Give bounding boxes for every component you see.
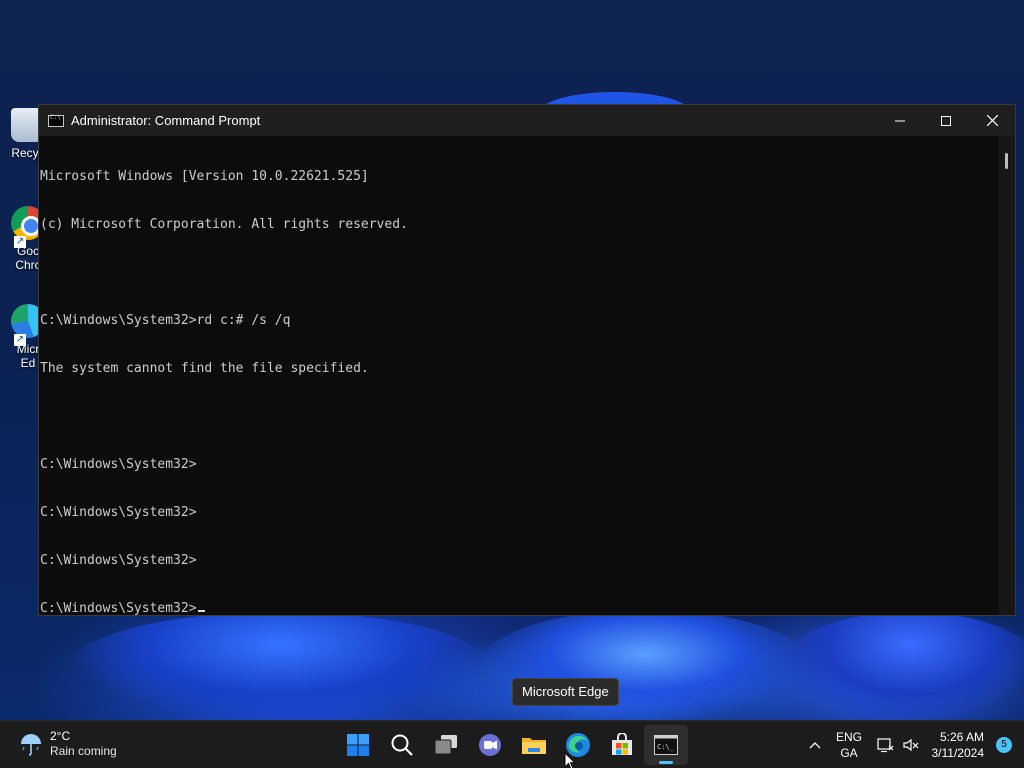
volume-muted-icon — [903, 738, 919, 752]
command-prompt-window[interactable]: Administrator: Command Prompt Microsoft … — [38, 104, 1016, 616]
close-icon — [986, 115, 998, 126]
console-line: (c) Microsoft Corporation. All rights re… — [40, 217, 408, 232]
file-explorer-icon — [522, 738, 546, 754]
console-scrollbar[interactable] — [999, 136, 1015, 615]
console-output[interactable]: Microsoft Windows [Version 10.0.22621.52… — [39, 136, 999, 617]
rain-umbrella-icon — [18, 731, 44, 757]
weather-description: Rain coming — [50, 744, 117, 758]
command-prompt-taskbar-button[interactable]: C:\_ — [644, 725, 688, 765]
maximize-button[interactable] — [923, 105, 969, 136]
console-line: C:\Windows\System32>rd c:# /s /q — [40, 313, 291, 328]
console-line: The system cannot find the file specifie… — [40, 361, 369, 376]
search-icon — [391, 734, 413, 756]
window-title: Administrator: Command Prompt — [71, 113, 261, 128]
svg-text:C:\_: C:\_ — [657, 743, 675, 751]
console-prompt: C:\Windows\System32> — [40, 601, 197, 616]
console-line: Microsoft Windows [Version 10.0.22621.52… — [40, 169, 369, 184]
scrollbar-thumb[interactable] — [1005, 153, 1008, 169]
quick-settings-button[interactable] — [872, 737, 924, 753]
input-language-button[interactable]: ENG GA — [830, 729, 868, 761]
active-app-indicator — [659, 761, 673, 764]
clock-button[interactable]: 5:26 AM 3/11/2024 — [928, 729, 985, 761]
taskbar-tooltip: Microsoft Edge — [512, 678, 619, 706]
console-prompt-line[interactable]: C:\Windows\System32> — [40, 601, 999, 617]
mouse-pointer-icon — [564, 752, 577, 768]
teams-chat-button[interactable] — [468, 725, 512, 765]
taskbar-apps: C:\_ — [336, 725, 688, 765]
language-code: ENG — [835, 730, 862, 744]
weather-temperature: 2°C — [50, 729, 71, 743]
close-button[interactable] — [969, 105, 1015, 136]
taskbar: 2°C Rain coming C:\_ ENG GA 5:26 AM 3/11… — [0, 720, 1024, 768]
clock-date: 3/11/2024 — [931, 746, 985, 760]
text-cursor — [197, 610, 205, 612]
minimize-icon — [895, 120, 905, 121]
show-hidden-icons-button[interactable] — [800, 741, 830, 749]
shortcut-arrow-icon: ↗ — [14, 334, 26, 346]
shortcut-arrow-icon: ↗ — [14, 236, 26, 248]
minimize-button[interactable] — [877, 105, 923, 136]
search-button[interactable] — [380, 725, 424, 765]
network-icon — [877, 738, 894, 753]
store-icon — [612, 733, 632, 755]
start-icon — [347, 734, 369, 756]
keyboard-layout: GA — [840, 746, 858, 760]
command-prompt-icon: C:\_ — [654, 735, 678, 755]
command-prompt-icon — [48, 114, 64, 127]
window-titlebar[interactable]: Administrator: Command Prompt — [39, 105, 1015, 136]
task-view-button[interactable] — [424, 725, 468, 765]
weather-widget[interactable]: 2°C Rain coming — [18, 729, 117, 759]
edge-button[interactable] — [556, 725, 600, 765]
system-tray: ENG GA 5:26 AM 3/11/2024 5 — [800, 721, 1024, 768]
console-line: C:\Windows\System32> — [40, 457, 197, 472]
notification-badge[interactable]: 5 — [996, 737, 1012, 753]
start-button[interactable] — [336, 725, 380, 765]
window-controls — [877, 105, 1015, 136]
clock-time: 5:26 AM — [939, 730, 984, 744]
chevron-up-icon — [809, 742, 821, 749]
task-view-icon — [434, 735, 457, 755]
teams-chat-icon — [479, 734, 501, 756]
console-line: C:\Windows\System32> — [40, 505, 197, 520]
maximize-icon — [941, 115, 951, 126]
microsoft-store-button[interactable] — [600, 725, 644, 765]
console-line: C:\Windows\System32> — [40, 553, 197, 568]
file-explorer-button[interactable] — [512, 725, 556, 765]
